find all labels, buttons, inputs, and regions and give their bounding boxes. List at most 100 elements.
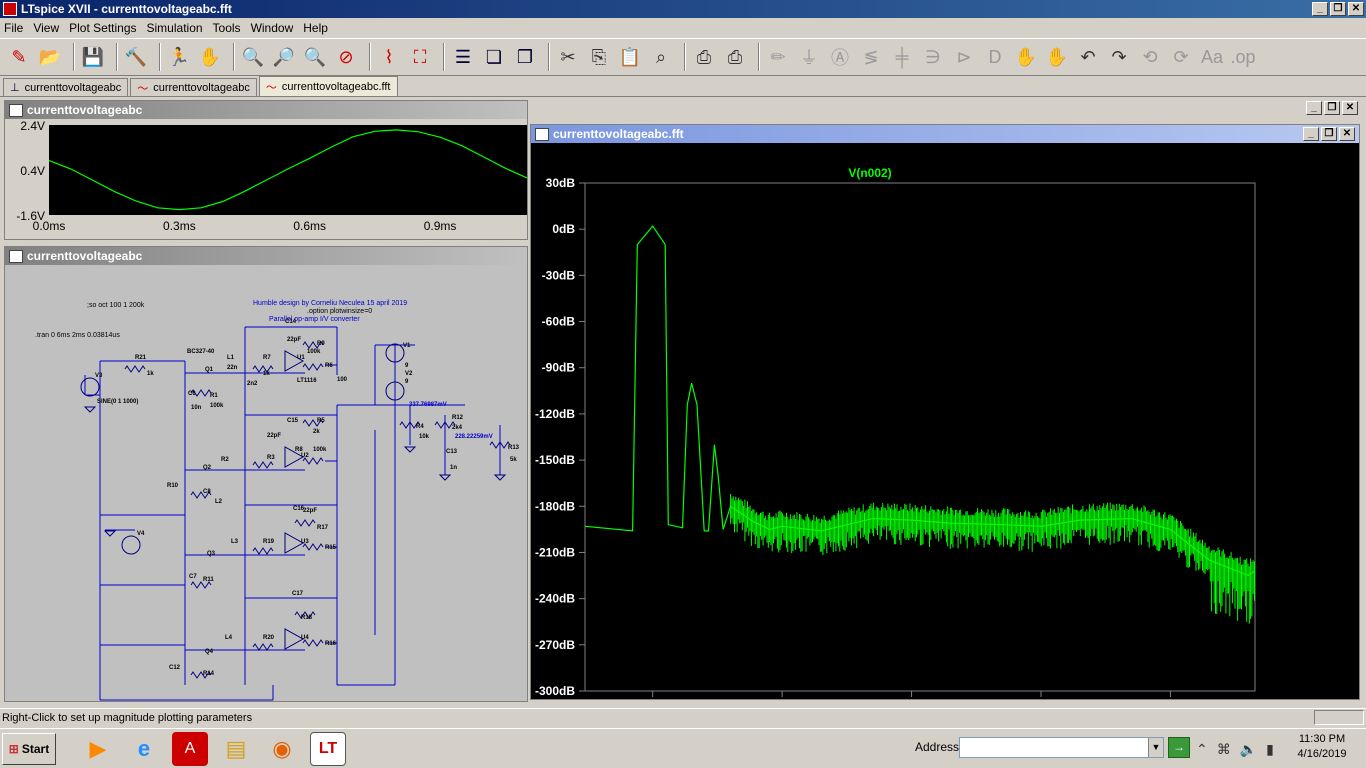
document-tabs: ⊥ currenttovoltageabc 〜 currenttovoltageab… bbox=[0, 76, 1366, 97]
menu-bar: File View Plot Settings Simulation Tools… bbox=[0, 18, 1366, 38]
ie-icon[interactable]: e bbox=[126, 732, 162, 766]
paste-icon[interactable]: 📋 bbox=[617, 43, 643, 71]
schematic-canvas[interactable]: ;so oct 100 1 200k .tran 0 6ms 2ms 0.0381… bbox=[5, 265, 527, 701]
menu-help[interactable]: Help bbox=[303, 21, 328, 35]
tab-waveform[interactable]: 〜 currenttovoltageabc bbox=[130, 78, 257, 96]
chevron-up-icon[interactable]: ⌃ bbox=[1196, 741, 1208, 758]
clock[interactable]: 11:30 PM 4/16/2019 bbox=[1282, 732, 1362, 762]
close-button[interactable]: ✕ bbox=[1348, 2, 1364, 16]
component-label: 100k bbox=[313, 447, 327, 453]
clock-date: 4/16/2019 bbox=[1297, 748, 1347, 760]
menu-tools[interactable]: Tools bbox=[213, 21, 241, 35]
address-label: Address bbox=[915, 740, 960, 754]
zoom-cancel-icon[interactable]: ⊘ bbox=[333, 43, 359, 71]
mdi-restore-button[interactable]: ❐ bbox=[1324, 101, 1340, 115]
mdi-close-button[interactable]: ✕ bbox=[1342, 101, 1358, 115]
schematic-icon: ⊥ bbox=[10, 82, 20, 94]
component-label: Q3 bbox=[207, 551, 216, 557]
window-header[interactable]: currenttovoltageabc.fft _ ❐ ✕ bbox=[531, 125, 1359, 143]
window-header[interactable]: currenttovoltageabc bbox=[5, 101, 527, 119]
media-player-icon[interactable]: ▶ bbox=[80, 732, 116, 766]
component-label: V1 bbox=[403, 343, 411, 349]
go-button[interactable]: → bbox=[1168, 737, 1190, 758]
tab-schematic[interactable]: ⊥ currenttovoltageabc bbox=[3, 78, 129, 96]
chevron-down-icon[interactable]: ▼ bbox=[1148, 738, 1163, 757]
y-tick-label: 30dB bbox=[546, 176, 576, 190]
component-label: R5 bbox=[317, 418, 325, 424]
component-label: V4 bbox=[137, 531, 145, 537]
fft-close-button[interactable]: ✕ bbox=[1339, 127, 1355, 141]
tile-horizontal-icon[interactable]: ☰ bbox=[450, 43, 476, 71]
explorer-icon[interactable]: ▤ bbox=[218, 732, 254, 766]
zoom-out-icon[interactable]: 🔍 bbox=[302, 43, 328, 71]
start-button[interactable]: ⊞ Start bbox=[2, 732, 56, 765]
signal-icon[interactable]: ▮ bbox=[1266, 741, 1274, 758]
component-label: 9 bbox=[405, 363, 409, 369]
component-label: U3 bbox=[301, 539, 309, 545]
copy-icon[interactable]: ⎘ bbox=[586, 43, 612, 71]
mdi-window-controls: _ ❐ ✕ bbox=[1306, 101, 1358, 115]
cascade-windows-icon[interactable]: ❏ bbox=[481, 43, 507, 71]
component-label: R11 bbox=[203, 577, 214, 583]
volume-icon[interactable]: 🔈 bbox=[1240, 741, 1257, 758]
acrobat-icon[interactable]: A bbox=[172, 731, 208, 766]
component-label: R2 bbox=[221, 457, 229, 463]
tile-vertical-icon[interactable]: ❐ bbox=[512, 43, 538, 71]
ltspice-icon[interactable]: LT bbox=[310, 731, 346, 766]
transient-plot[interactable]: 2.4V0.4V-1.6V0.0ms 0.3ms 0.6ms 0.9ms bbox=[5, 119, 527, 239]
status-text: Right-Click to set up magnitude plotting… bbox=[2, 711, 253, 724]
cut-icon[interactable]: ✂ bbox=[555, 43, 581, 71]
network-icon[interactable]: ⌘ bbox=[1217, 741, 1231, 758]
new-schematic-icon[interactable]: ✎ bbox=[6, 43, 32, 71]
run-simulation-icon[interactable]: 🏃 bbox=[166, 43, 192, 71]
zoom-in-icon[interactable]: 🔍 bbox=[240, 43, 266, 71]
component-label: C13 bbox=[446, 449, 458, 455]
opamp-symbol bbox=[284, 350, 305, 372]
y-tick-label: -300dB bbox=[535, 684, 575, 698]
ground-symbol bbox=[493, 474, 507, 481]
autorange-icon[interactable]: ⌇ bbox=[376, 43, 402, 71]
y-tick-label: -150dB bbox=[535, 453, 575, 467]
pan-icon[interactable]: 🔎 bbox=[271, 43, 297, 71]
mdi-minimize-button[interactable]: _ bbox=[1306, 101, 1322, 115]
halt-hand-icon[interactable]: ✋ bbox=[197, 43, 223, 71]
address-input[interactable]: ▼ bbox=[959, 737, 1164, 758]
waveform-icon bbox=[9, 103, 23, 117]
voltage-source-symbol bbox=[121, 535, 141, 555]
menu-view[interactable]: View bbox=[33, 21, 59, 35]
fft-restore-button[interactable]: ❐ bbox=[1321, 127, 1337, 141]
waveform-icon: 〜 bbox=[137, 82, 149, 95]
minimize-button[interactable]: _ bbox=[1312, 2, 1328, 16]
save-icon[interactable]: 💾 bbox=[80, 43, 106, 71]
find-binoculars-icon[interactable]: ⌕ bbox=[648, 43, 674, 71]
fft-plot[interactable]: V(n002) 30dB 0dB -30dB -60dB -90dB -120dB -150d… bbox=[531, 143, 1359, 699]
print-icon[interactable]: ⎙ bbox=[691, 43, 717, 71]
menu-plot-settings[interactable]: Plot Settings bbox=[69, 21, 136, 35]
clock-time: 11:30 PM bbox=[1298, 733, 1346, 745]
component-label: 22pF bbox=[287, 337, 301, 343]
resistor-symbol bbox=[294, 519, 316, 527]
component-label: R17 bbox=[317, 525, 329, 531]
open-folder-icon[interactable]: 📂 bbox=[37, 43, 63, 71]
window-header[interactable]: currenttovoltageabc bbox=[5, 247, 527, 265]
schematic-window: currenttovoltageabc ;so oct 100 1 200k .t… bbox=[4, 246, 528, 702]
restore-button[interactable]: ❐ bbox=[1330, 2, 1346, 16]
tab-fft[interactable]: 〜 currenttovoltageabc.fft bbox=[258, 76, 398, 96]
component-label: R18 bbox=[301, 615, 313, 621]
print-setup-icon[interactable]: ⎙ bbox=[722, 43, 748, 71]
menu-window[interactable]: Window bbox=[251, 21, 294, 35]
plot-settings-icon[interactable]: ⛶ bbox=[407, 43, 433, 71]
component-label: 100k bbox=[210, 403, 224, 409]
ground-icon: ⏚ bbox=[800, 48, 818, 68]
firefox-icon[interactable]: ◉ bbox=[264, 732, 300, 766]
redo-icon[interactable]: ↷ bbox=[1106, 43, 1132, 71]
menu-file[interactable]: File bbox=[4, 21, 23, 35]
menu-simulation[interactable]: Simulation bbox=[147, 21, 203, 35]
undo-icon[interactable]: ↶ bbox=[1075, 43, 1101, 71]
control-panel-hammer-icon[interactable]: 🔨 bbox=[123, 43, 149, 71]
rotate-icon: ⟲ bbox=[1142, 46, 1158, 67]
y-tick-label: -240dB bbox=[535, 592, 575, 606]
component-label: R9 bbox=[317, 341, 325, 347]
fft-minimize-button[interactable]: _ bbox=[1303, 127, 1319, 141]
plot-background bbox=[49, 125, 527, 215]
